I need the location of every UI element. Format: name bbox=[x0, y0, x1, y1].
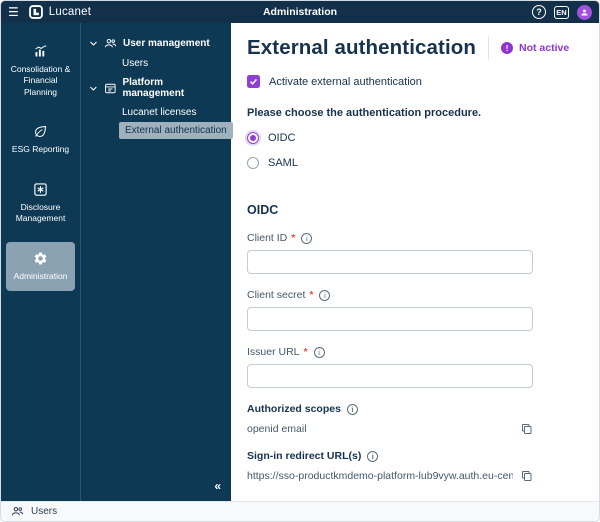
nav-item-label: ESG Reporting bbox=[12, 144, 69, 155]
info-icon[interactable]: i bbox=[319, 290, 330, 301]
nav-item-disclosure-management[interactable]: Disclosure Management bbox=[6, 173, 75, 234]
authorized-scopes-label: Authorized scopes bbox=[247, 403, 341, 415]
app-nav-rail: Consolidation & Financial Planning ESG R… bbox=[1, 23, 80, 501]
nav-item-consolidation[interactable]: Consolidation & Financial Planning bbox=[6, 35, 75, 107]
nav-item-label: Consolidation & Financial Planning bbox=[8, 64, 73, 98]
oidc-section-title: OIDC bbox=[247, 203, 583, 217]
status-bar: Users bbox=[1, 501, 599, 521]
info-icon[interactable]: i bbox=[314, 347, 325, 358]
tree-panel: User management Users Platform managemen… bbox=[80, 23, 231, 501]
status-badge: ! Not active bbox=[488, 36, 569, 60]
tree-item-lucanet-licenses[interactable]: Lucanet licenses bbox=[89, 103, 225, 122]
app-window: ☰ Lucanet Administration ? EN Consolidat… bbox=[0, 0, 600, 522]
activate-checkbox-row[interactable]: Activate external authentication bbox=[247, 75, 583, 88]
required-marker: * bbox=[291, 232, 295, 244]
status-badge-text: Not active bbox=[519, 42, 569, 54]
info-icon[interactable]: i bbox=[301, 233, 312, 244]
info-icon[interactable]: i bbox=[347, 404, 358, 415]
brand: Lucanet bbox=[29, 5, 91, 19]
page-title: External authentication bbox=[247, 36, 476, 60]
tree-group-user-management[interactable]: User management bbox=[89, 33, 225, 54]
nav-item-esg-reporting[interactable]: ESG Reporting bbox=[6, 115, 75, 164]
redirect-url-row: https://sso-productkmdemo-platform-lub9v… bbox=[247, 470, 533, 482]
tree-group-label: User management bbox=[123, 38, 210, 49]
person-icon bbox=[580, 8, 589, 17]
platform-icon bbox=[104, 82, 117, 95]
nav-item-administration[interactable]: Administration bbox=[6, 242, 75, 291]
copy-icon[interactable] bbox=[521, 470, 533, 482]
gear-icon bbox=[33, 251, 48, 266]
procedure-prompt: Please choose the authentication procedu… bbox=[247, 107, 583, 119]
required-marker: * bbox=[309, 289, 313, 301]
users-icon bbox=[104, 37, 117, 50]
status-bar-label[interactable]: Users bbox=[31, 506, 57, 517]
copy-icon[interactable] bbox=[521, 423, 533, 435]
info-icon[interactable]: i bbox=[367, 451, 378, 462]
tree-group-platform-management[interactable]: Platform management bbox=[89, 73, 225, 103]
required-marker: * bbox=[304, 346, 308, 358]
chevron-down-icon bbox=[89, 84, 98, 93]
issuer-url-label: Issuer URL bbox=[247, 346, 300, 358]
tree-group-label: Platform management bbox=[122, 77, 225, 99]
authorized-scopes-value: openid email bbox=[247, 423, 307, 435]
tree-item-external-authentication[interactable]: External authentication bbox=[119, 122, 233, 139]
radio-selected-icon[interactable] bbox=[247, 132, 259, 144]
hamburger-menu-icon[interactable]: ☰ bbox=[8, 6, 19, 18]
issuer-url-input[interactable] bbox=[247, 364, 533, 388]
nav-item-label: Disclosure Management bbox=[8, 202, 73, 225]
radio-label: OIDC bbox=[268, 132, 296, 144]
activate-checkbox[interactable] bbox=[247, 75, 260, 88]
tree-item-users[interactable]: Users bbox=[89, 54, 225, 73]
client-secret-field: Client secret * i bbox=[247, 289, 583, 331]
issuer-url-field: Issuer URL * i bbox=[247, 346, 583, 388]
info-filled-icon: ! bbox=[501, 42, 513, 54]
disclosure-icon bbox=[33, 182, 48, 197]
checkmark-icon bbox=[249, 77, 258, 86]
bar-chart-icon bbox=[33, 44, 48, 59]
radio-option-saml[interactable]: SAML bbox=[247, 157, 583, 169]
client-id-label: Client ID bbox=[247, 232, 287, 244]
nav-item-label: Administration bbox=[14, 271, 68, 282]
chevron-down-icon bbox=[89, 39, 98, 48]
activate-checkbox-label: Activate external authentication bbox=[269, 76, 422, 88]
help-icon[interactable]: ? bbox=[532, 5, 546, 19]
authorized-scopes-row: openid email bbox=[247, 423, 533, 435]
redirect-url-value: https://sso-productkmdemo-platform-lub9v… bbox=[247, 470, 513, 482]
client-secret-input[interactable] bbox=[247, 307, 533, 331]
main-panel: External authentication ! Not active Act… bbox=[231, 23, 599, 501]
user-avatar[interactable] bbox=[577, 5, 592, 20]
client-id-field: Client ID * i bbox=[247, 232, 583, 274]
collapse-panel-icon[interactable]: « bbox=[214, 479, 221, 493]
client-id-input[interactable] bbox=[247, 250, 533, 274]
redirect-url-label: Sign-in redirect URL(s) bbox=[247, 450, 361, 462]
radio-option-oidc[interactable]: OIDC bbox=[247, 132, 583, 144]
radio-label: SAML bbox=[268, 157, 298, 169]
brand-name: Lucanet bbox=[49, 6, 91, 18]
users-icon bbox=[11, 505, 24, 518]
radio-unselected-icon[interactable] bbox=[247, 157, 259, 169]
lucanet-logo-icon bbox=[29, 5, 43, 19]
language-button[interactable]: EN bbox=[554, 6, 569, 19]
client-secret-label: Client secret bbox=[247, 289, 305, 301]
topbar: ☰ Lucanet Administration ? EN bbox=[1, 1, 599, 23]
leaf-icon bbox=[33, 124, 48, 139]
